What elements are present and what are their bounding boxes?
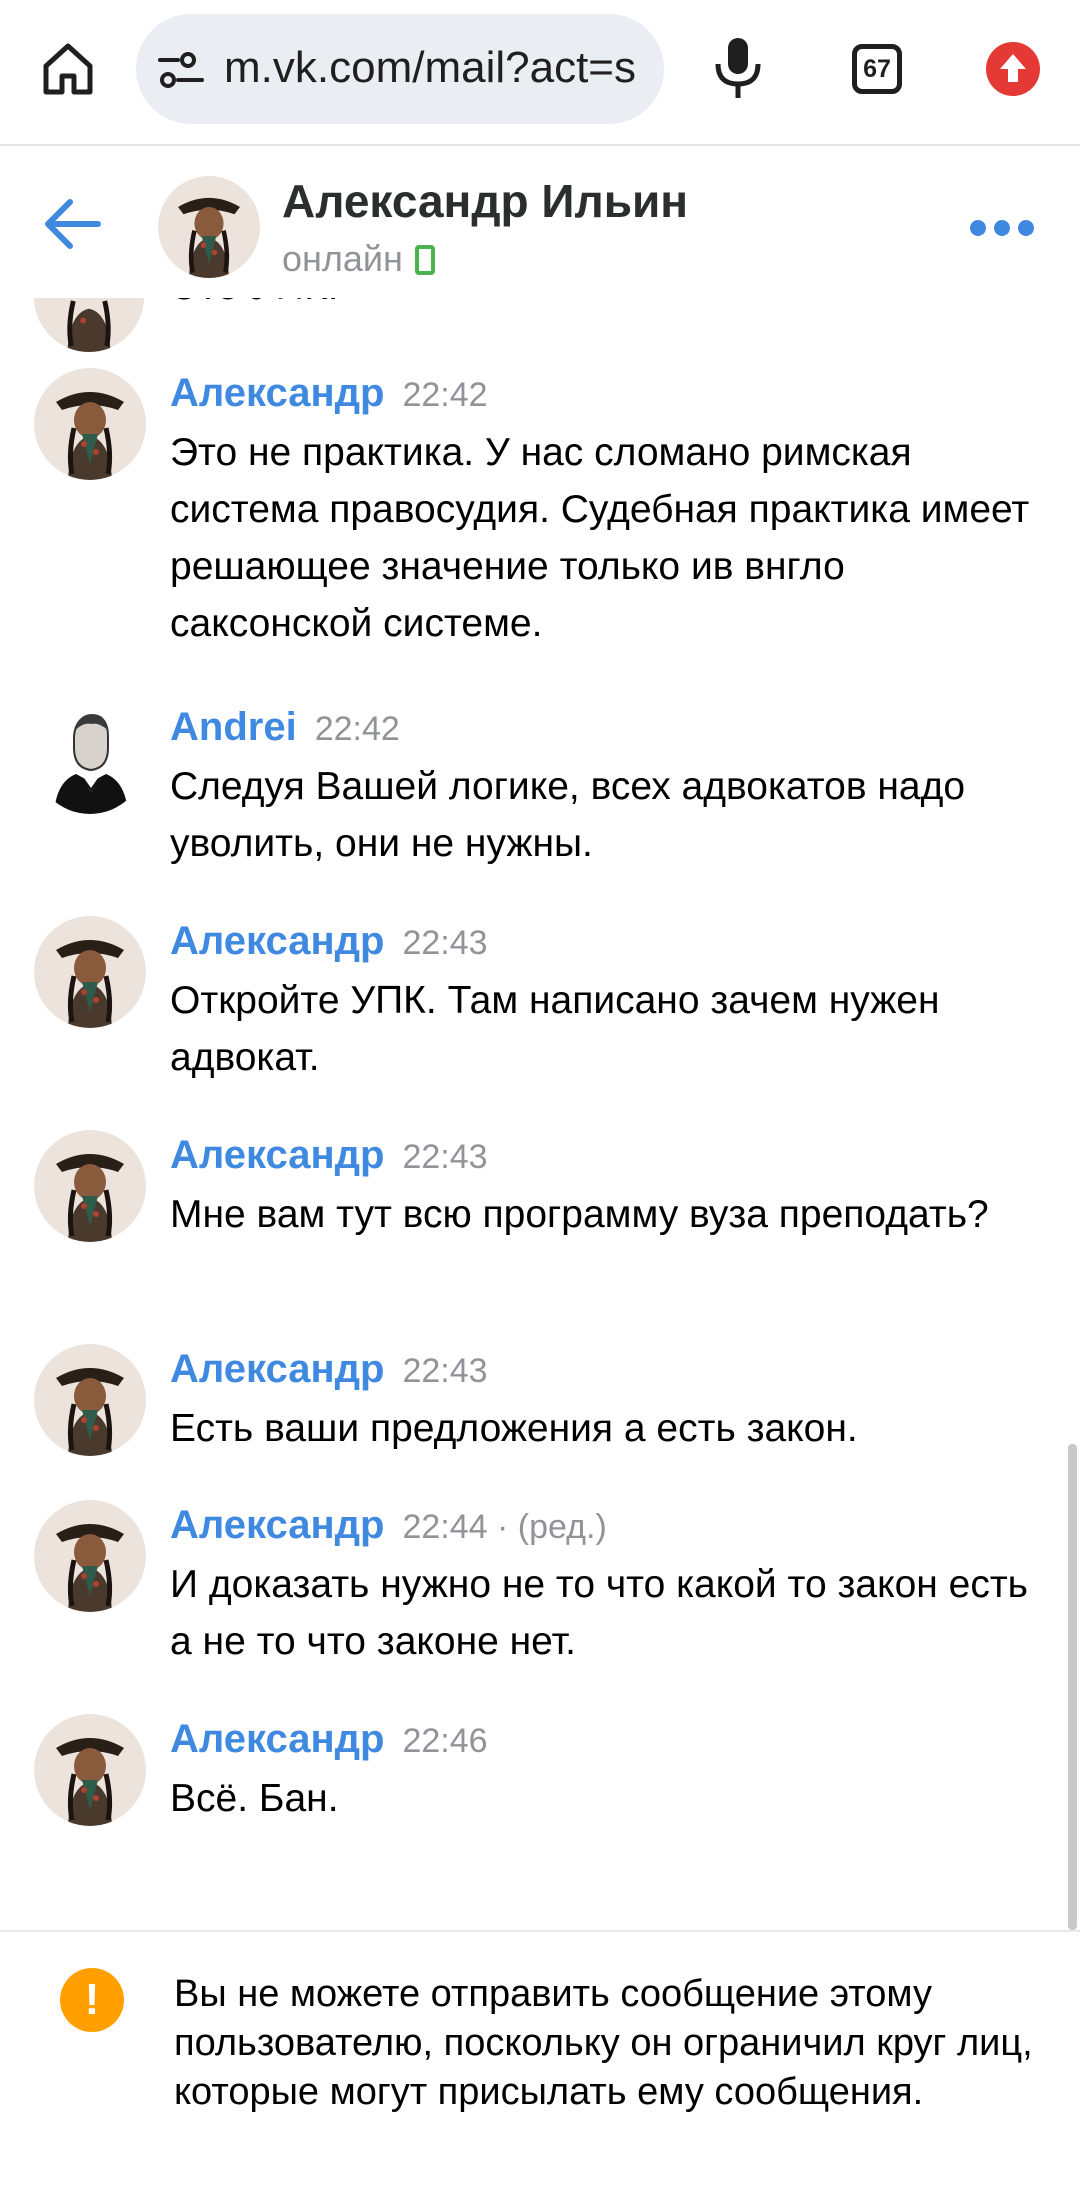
avatar[interactable] bbox=[34, 702, 146, 814]
message-meta: Александр 22:42 bbox=[170, 368, 488, 427]
message-text: Откройте УПК. Там написано зачем нужен а… bbox=[170, 979, 940, 1079]
online-status: онлайн bbox=[282, 238, 435, 280]
message-text: Всё. Бан. bbox=[170, 1777, 339, 1820]
message-time: 22:43 bbox=[402, 1352, 488, 1390]
online-status-label: онлайн bbox=[282, 238, 403, 279]
message-text: Это УПК. bbox=[170, 298, 339, 309]
message-meta: Andrei 22:42 bbox=[170, 702, 400, 761]
warning-icon: ! bbox=[60, 1968, 124, 2032]
address-bar[interactable]: m.vk.com/mail?act=s bbox=[136, 14, 664, 124]
message-meta: Александр 22:43 bbox=[170, 1344, 488, 1403]
message-meta: Александр 22:44 · (ред.) bbox=[170, 1500, 607, 1559]
author-name[interactable]: Александр bbox=[170, 919, 384, 963]
avatar[interactable] bbox=[158, 176, 260, 278]
avatar[interactable] bbox=[34, 298, 144, 352]
message-text: Есть ваши предложения а есть закон. bbox=[170, 1407, 858, 1450]
author-name[interactable]: Andrei bbox=[170, 705, 297, 749]
chat-header: Александр Ильин онлайн bbox=[0, 148, 1080, 298]
microphone-icon[interactable] bbox=[712, 36, 764, 100]
message-meta: Александр 22:46 bbox=[170, 1714, 488, 1773]
avatar[interactable] bbox=[34, 1500, 146, 1612]
message-time: 22:43 bbox=[402, 1138, 488, 1176]
message-text: И доказать нужно не то что какой то зако… bbox=[170, 1563, 1028, 1663]
browser-toolbar: m.vk.com/mail?act=s 67 bbox=[0, 0, 1080, 146]
author-name[interactable]: Александр bbox=[170, 1503, 384, 1547]
message-text: Мне вам тут всю программу вуза преподать… bbox=[170, 1193, 989, 1236]
scrollbar[interactable] bbox=[1068, 1444, 1077, 1930]
url-fade bbox=[634, 14, 664, 124]
site-settings-icon[interactable] bbox=[158, 52, 204, 88]
message-time: 22:44 · (ред.) bbox=[402, 1508, 607, 1546]
message-time: 22:42 bbox=[402, 376, 488, 414]
avatar[interactable] bbox=[34, 1130, 146, 1242]
partial-message: Это УПК. bbox=[0, 298, 1080, 352]
author-name[interactable]: Александр bbox=[170, 1133, 384, 1177]
avatar[interactable] bbox=[34, 1714, 146, 1826]
message-time: 22:42 bbox=[314, 710, 400, 748]
browser-update-icon[interactable] bbox=[986, 42, 1040, 96]
tab-switcher-button[interactable]: 67 bbox=[852, 44, 902, 94]
avatar[interactable] bbox=[34, 1344, 146, 1456]
message-time: 22:43 bbox=[402, 924, 488, 962]
message-text: Следуя Вашей логике, всех адвокатов надо… bbox=[170, 765, 966, 865]
message-text: Это не практика. У нас сломано римская с… bbox=[170, 431, 1030, 645]
message-time: 22:46 bbox=[402, 1722, 488, 1760]
url-text[interactable]: m.vk.com/mail?act=s bbox=[224, 40, 636, 96]
author-name[interactable]: Александр bbox=[170, 1717, 384, 1761]
notice-text: Вы не можете отправить сообщение этому п… bbox=[174, 1973, 1033, 2113]
more-options-icon[interactable] bbox=[970, 206, 1034, 246]
avatar[interactable] bbox=[34, 368, 146, 480]
mobile-online-icon bbox=[414, 245, 435, 275]
message-meta: Александр 22:43 bbox=[170, 916, 488, 975]
message-meta: Александр 22:43 bbox=[170, 1130, 488, 1189]
back-arrow-icon[interactable] bbox=[40, 196, 104, 252]
home-icon[interactable] bbox=[38, 38, 98, 98]
author-name[interactable]: Александр bbox=[170, 1347, 384, 1391]
message-list[interactable]: Это УПК. Александр 22:42 Это не практика.… bbox=[0, 298, 1080, 1930]
contact-name: Александр Ильин bbox=[282, 175, 689, 227]
messaging-restricted-notice: ! Вы не можете отправить сообщение этому… bbox=[0, 1930, 1080, 2192]
avatar[interactable] bbox=[34, 916, 146, 1028]
author-name[interactable]: Александр bbox=[170, 371, 384, 415]
